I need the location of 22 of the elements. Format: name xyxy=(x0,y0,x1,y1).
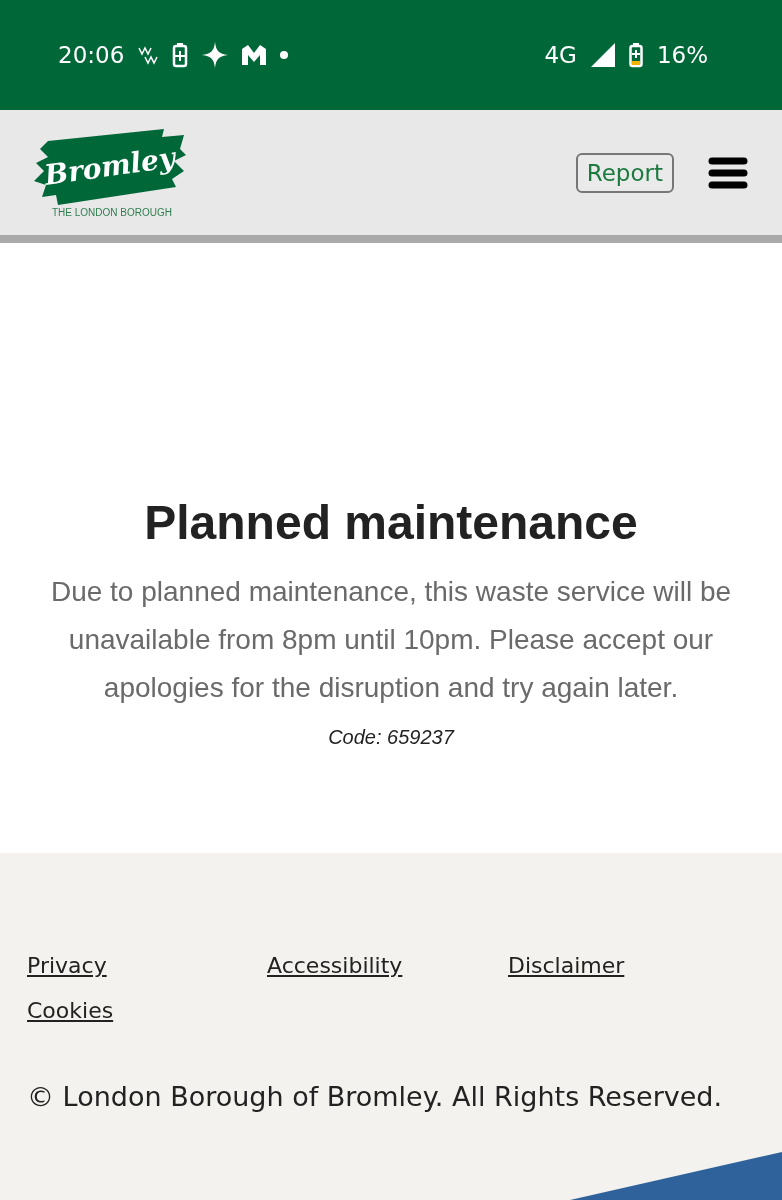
logo-subtitle: THE LONDON BOROUGH xyxy=(52,207,172,218)
error-code: Code: 659237 xyxy=(328,726,454,749)
page-title: Planned maintenance xyxy=(144,495,638,550)
sparkle-icon xyxy=(202,42,229,68)
maintenance-message: Due to planned maintenance, this waste service will be unavailable from 8pm until 10pm. Please accept our apologies for the disruption and try again later. xyxy=(49,575,733,705)
app-icon xyxy=(242,45,267,65)
app-icon xyxy=(138,45,159,65)
battery-icon xyxy=(628,42,643,68)
footer-link[interactable]: Cookies xyxy=(27,998,114,1023)
report-button[interactable]: Report xyxy=(575,152,674,193)
battery-icon xyxy=(172,42,189,68)
clock: 20:06 xyxy=(58,42,125,68)
footer-link[interactable]: Disclaimer xyxy=(508,953,625,978)
signal-icon xyxy=(590,43,615,67)
copyright: © London Borough of Bromley. All Rights Reserved. xyxy=(27,1081,724,1112)
footer-link[interactable]: Accessibility xyxy=(267,953,403,978)
logo-text: Bromley xyxy=(42,140,178,192)
footer-link[interactable]: Privacy xyxy=(27,953,107,978)
network-type: 4G xyxy=(544,42,577,68)
menu-icon[interactable] xyxy=(708,156,748,189)
battery-level: 16% xyxy=(656,42,708,68)
dot-icon xyxy=(280,51,289,59)
